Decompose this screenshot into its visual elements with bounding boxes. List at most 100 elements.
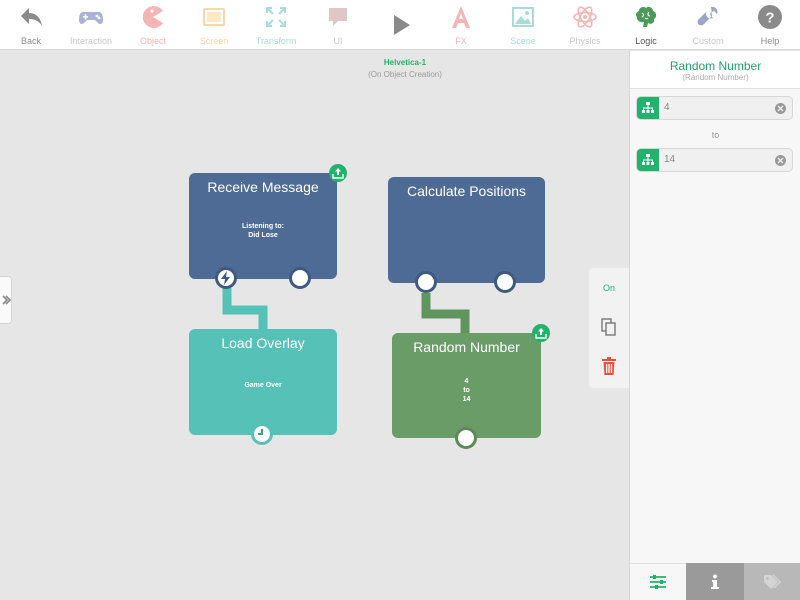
attribute-picker-button[interactable] (637, 149, 659, 171)
inspector-title: Random Number (669, 59, 762, 73)
block-title: Random Number (413, 339, 520, 355)
tab-screen-label: Screen (199, 36, 229, 46)
connector-receive-to-load (222, 288, 268, 330)
tab-scene[interactable]: Scene (492, 0, 554, 50)
output-port[interactable] (455, 427, 477, 449)
toolbar: Back Interaction Object Screen Transform… (0, 0, 800, 50)
block-action-menu: On (589, 268, 629, 388)
help-button[interactable]: ? Help (739, 0, 800, 50)
tab-logic[interactable]: Logic (615, 0, 677, 50)
tag-icon (763, 573, 781, 589)
canvas-event-name: (On Object Creation) (368, 70, 442, 79)
atom-icon (573, 6, 597, 28)
hierarchy-icon (642, 102, 654, 113)
to-label: to (711, 130, 720, 140)
output-port[interactable] (289, 267, 311, 289)
tab-ui-label: UI (333, 36, 343, 46)
help-label: Help (760, 36, 780, 46)
svg-text:?: ? (765, 10, 774, 27)
back-button[interactable]: Back (0, 0, 62, 50)
expand-sidebar-tab[interactable] (0, 276, 12, 324)
from-value: 4 (664, 102, 670, 113)
brain-icon (635, 7, 657, 27)
block-title: Receive Message (207, 179, 319, 195)
timer-port[interactable] (251, 423, 273, 445)
info-icon (711, 574, 719, 589)
transform-icon (266, 7, 286, 27)
hierarchy-icon (642, 154, 654, 165)
tab-fx-label: FX (455, 36, 467, 46)
tab-custom[interactable]: Custom (677, 0, 739, 50)
lightning-port[interactable] (215, 267, 237, 289)
clear-button[interactable] (775, 155, 786, 166)
tab-physics-label: Physics (569, 36, 601, 46)
wrench-icon (697, 6, 718, 26)
sliders-icon (650, 575, 666, 589)
block-random-number[interactable]: Random Number 4 to 14 (392, 333, 541, 438)
tab-custom-label: Custom (692, 36, 724, 46)
tab-ui[interactable]: UI (307, 0, 369, 50)
inspector-subtitle: (Random Number) (682, 73, 749, 82)
inspector-panel: Random Number (Random Number) 4 to 14 (629, 51, 800, 600)
connector-calc-to-random (421, 293, 470, 333)
pacman-icon (142, 6, 163, 29)
screen-icon (203, 8, 225, 26)
duplicate-icon[interactable] (601, 318, 617, 336)
close-icon (777, 157, 784, 164)
tab-interaction-label: Interaction (69, 36, 113, 46)
block-receive-message[interactable]: Receive Message Listening to: Did Lose (189, 173, 337, 279)
block-title: Calculate Positions (406, 183, 527, 199)
upload-icon (332, 168, 344, 179)
block-title: Load Overlay (221, 335, 305, 351)
tab-interaction[interactable]: Interaction (60, 0, 122, 50)
upload-icon (535, 328, 547, 339)
inspector-tabs (630, 563, 800, 600)
tab-screen[interactable]: Screen (183, 0, 245, 50)
block-body-line: Listening to: (242, 223, 284, 230)
clock-icon (258, 429, 263, 435)
block-body-line: Did Lose (248, 232, 278, 239)
block-body-line: to (463, 387, 470, 394)
tab-fx[interactable]: FX (430, 0, 492, 50)
tab-object-label: Object (139, 36, 166, 46)
tab-physics[interactable]: Physics (554, 0, 616, 50)
export-badge[interactable] (532, 324, 550, 342)
from-value-field[interactable]: 4 (636, 96, 793, 120)
block-body-line: Game Over (244, 382, 282, 389)
to-value-field[interactable]: 14 (636, 148, 793, 172)
toggle-on-button[interactable]: On (589, 283, 629, 293)
lightning-icon (221, 271, 230, 285)
speech-bubble-icon (329, 8, 347, 26)
tab-logic-label: Logic (635, 36, 657, 46)
close-icon (777, 105, 784, 112)
tab-transform-label: Transform (255, 36, 297, 46)
tab-object[interactable]: Object (122, 0, 184, 50)
tab-tags[interactable] (744, 563, 800, 600)
scene-icon (512, 7, 534, 27)
block-load-overlay[interactable]: Load Overlay Game Over (189, 329, 337, 435)
play-button[interactable] (369, 0, 431, 50)
canvas-object-name: Helvetica-1 (383, 58, 427, 67)
clear-button[interactable] (775, 103, 786, 114)
block-body-line: 4 (464, 378, 469, 385)
tab-transform[interactable]: Transform (245, 0, 307, 50)
back-arrow-icon (21, 8, 42, 26)
tab-scene-label: Scene (510, 36, 536, 46)
inspector-header: Random Number (Random Number) (630, 51, 800, 89)
gamepad-icon (79, 12, 103, 24)
back-label: Back (20, 36, 41, 46)
export-badge[interactable] (329, 164, 347, 182)
tab-properties[interactable] (630, 563, 686, 600)
attribute-picker-button[interactable] (637, 97, 659, 119)
tab-info[interactable] (686, 563, 744, 600)
chevron-right-icon (2, 295, 11, 305)
help-icon: ? (758, 5, 782, 29)
block-calculate-positions[interactable]: Calculate Positions (388, 177, 545, 283)
play-icon (394, 15, 410, 35)
output-port[interactable] (415, 271, 437, 293)
trash-icon[interactable] (601, 356, 617, 376)
to-value: 14 (664, 154, 676, 165)
block-body-line: 14 (462, 396, 471, 403)
fx-icon (452, 6, 470, 28)
output-port[interactable] (494, 271, 516, 293)
